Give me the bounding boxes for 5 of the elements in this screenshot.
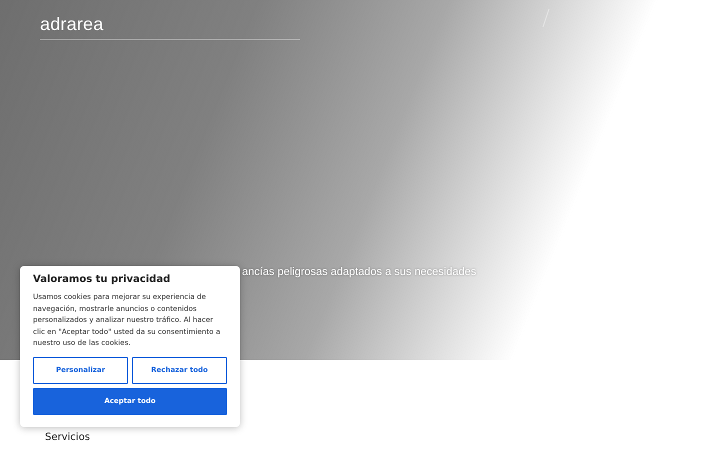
dialog-title: Valoramos tu privacidad xyxy=(33,274,172,285)
slash-icon xyxy=(541,8,551,28)
logo[interactable]: adrarea xyxy=(40,14,104,35)
hero-subtitle: ancías peligrosas adaptados a sus necesidades xyxy=(242,266,478,278)
section-label: Servicios xyxy=(45,432,91,443)
